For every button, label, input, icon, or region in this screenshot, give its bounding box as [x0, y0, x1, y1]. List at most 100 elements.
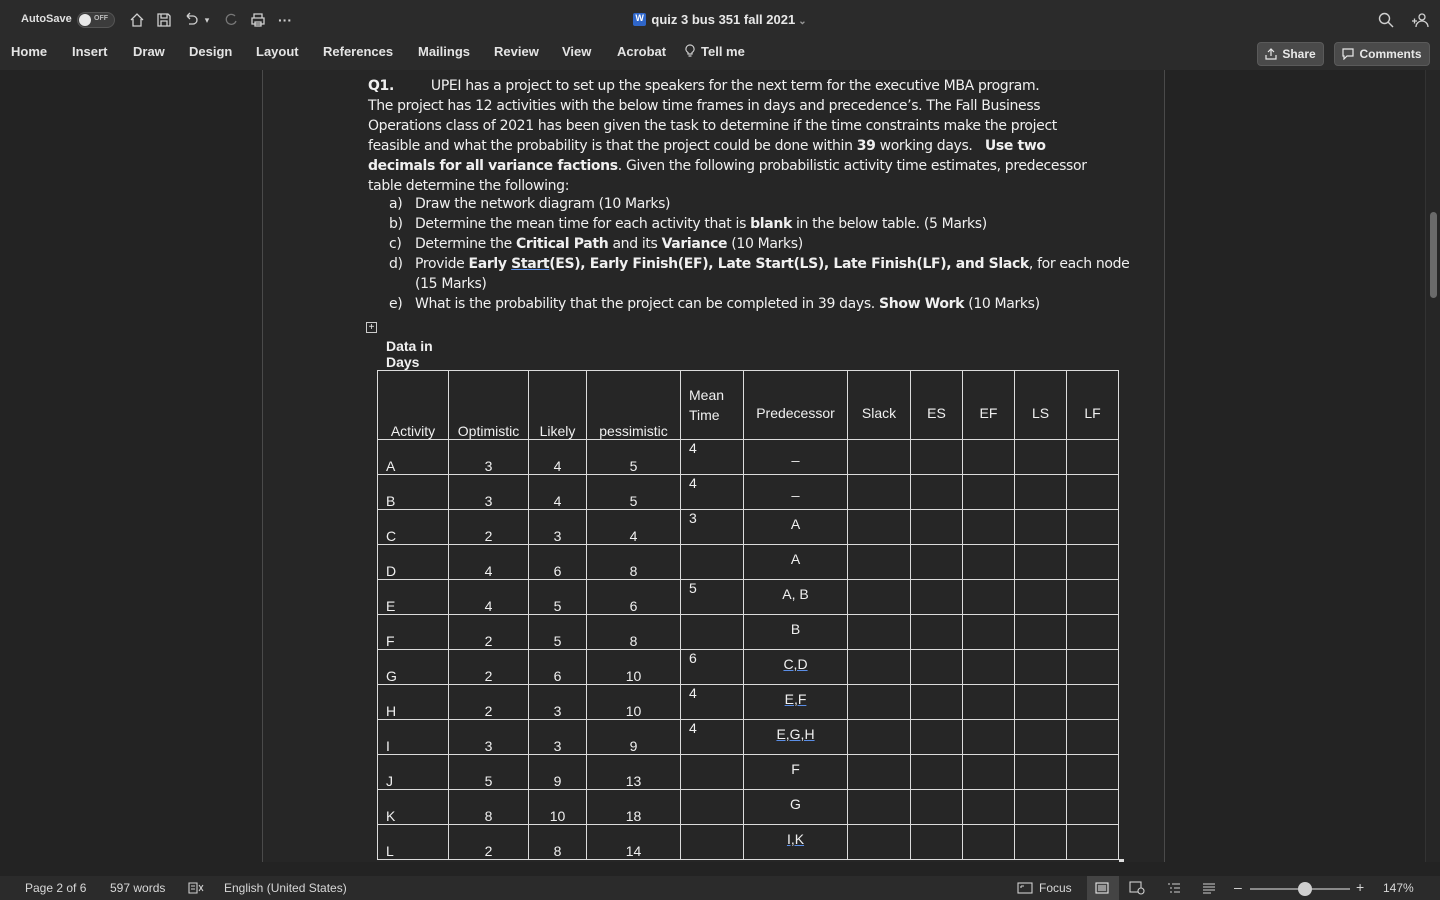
- table-cell[interactable]: [962, 649, 1015, 685]
- table-cell[interactable]: [847, 824, 911, 860]
- zoom-out-button[interactable]: –: [1234, 879, 1242, 895]
- zoom-in-button[interactable]: +: [1356, 879, 1364, 895]
- table-cell[interactable]: [962, 684, 1015, 720]
- table-cell[interactable]: B: [377, 474, 449, 510]
- tab-tell-me[interactable]: Tell me: [685, 44, 745, 59]
- table-cell[interactable]: A, B: [743, 579, 848, 615]
- table-cell[interactable]: [847, 719, 911, 755]
- print-layout-view-icon[interactable]: [1094, 880, 1110, 896]
- tab-draw[interactable]: Draw: [133, 44, 165, 59]
- table-cell[interactable]: [962, 614, 1015, 650]
- comments-button[interactable]: Comments: [1334, 42, 1430, 66]
- table-cell[interactable]: 4: [528, 474, 587, 510]
- table-cell[interactable]: [1014, 474, 1067, 510]
- table-cell[interactable]: 6: [680, 649, 744, 685]
- table-cell[interactable]: [1014, 684, 1067, 720]
- table-cell[interactable]: _: [743, 439, 848, 475]
- table-cell[interactable]: K: [377, 789, 449, 825]
- table-cell[interactable]: [1066, 719, 1119, 755]
- table-cell[interactable]: 6: [528, 544, 587, 580]
- table-cell[interactable]: [847, 474, 911, 510]
- table-cell[interactable]: [1066, 684, 1119, 720]
- table-cell[interactable]: [847, 684, 911, 720]
- table-cell[interactable]: L: [377, 824, 449, 860]
- table-cell[interactable]: 5: [586, 439, 681, 475]
- document-title-bar[interactable]: quiz 3 bus 351 fall 2021⌄: [0, 12, 1440, 27]
- table-cell[interactable]: 2: [448, 649, 529, 685]
- table-cell[interactable]: 5: [448, 754, 529, 790]
- table-cell[interactable]: [910, 509, 963, 545]
- table-cell[interactable]: [847, 754, 911, 790]
- table-cell[interactable]: [962, 544, 1015, 580]
- table-cell[interactable]: [680, 754, 744, 790]
- table-cell[interactable]: [1066, 824, 1119, 860]
- table-cell[interactable]: 8: [528, 824, 587, 860]
- table-cell[interactable]: J: [377, 754, 449, 790]
- table-cell[interactable]: [1066, 544, 1119, 580]
- table-cell[interactable]: [847, 439, 911, 475]
- table-cell[interactable]: E,F: [743, 684, 848, 720]
- table-cell[interactable]: 3: [528, 719, 587, 755]
- table-cell[interactable]: 10: [586, 684, 681, 720]
- table-cell[interactable]: 4: [680, 474, 744, 510]
- table-cell[interactable]: A: [377, 439, 449, 475]
- table-cell[interactable]: 5: [586, 474, 681, 510]
- table-cell[interactable]: [847, 649, 911, 685]
- search-icon[interactable]: [1376, 9, 1396, 31]
- collaborate-icon[interactable]: [1410, 9, 1430, 31]
- table-cell[interactable]: 4: [680, 719, 744, 755]
- table-cell[interactable]: I: [377, 719, 449, 755]
- table-cell[interactable]: [1066, 474, 1119, 510]
- table-cell[interactable]: 3: [448, 474, 529, 510]
- table-cell[interactable]: E: [377, 579, 449, 615]
- table-cell[interactable]: 4: [448, 579, 529, 615]
- table-cell[interactable]: 4: [680, 684, 744, 720]
- table-cell[interactable]: C: [377, 509, 449, 545]
- table-cell[interactable]: G: [743, 789, 848, 825]
- table-cell[interactable]: [962, 754, 1015, 790]
- table-cell[interactable]: 4: [680, 439, 744, 475]
- table-cell[interactable]: [1066, 614, 1119, 650]
- focus-icon[interactable]: [1017, 880, 1033, 896]
- table-cell[interactable]: B: [743, 614, 848, 650]
- table-cell[interactable]: [847, 509, 911, 545]
- proofing-icon[interactable]: [188, 880, 204, 896]
- tab-review[interactable]: Review: [494, 44, 539, 59]
- table-cell[interactable]: [680, 824, 744, 860]
- table-cell[interactable]: [910, 684, 963, 720]
- table-cell[interactable]: [1014, 579, 1067, 615]
- table-cell[interactable]: 4: [528, 439, 587, 475]
- table-cell[interactable]: 3: [680, 509, 744, 545]
- table-cell[interactable]: 13: [586, 754, 681, 790]
- table-cell[interactable]: [1014, 789, 1067, 825]
- zoom-level[interactable]: 147%: [1383, 881, 1414, 895]
- table-move-handle[interactable]: +: [366, 322, 377, 333]
- table-cell[interactable]: [962, 474, 1015, 510]
- focus-label[interactable]: Focus: [1039, 881, 1072, 895]
- table-cell[interactable]: G: [377, 649, 449, 685]
- table-cell[interactable]: 3: [448, 439, 529, 475]
- table-cell[interactable]: [1014, 649, 1067, 685]
- tab-acrobat[interactable]: Acrobat: [617, 44, 666, 59]
- language[interactable]: English (United States): [224, 881, 347, 895]
- table-cell[interactable]: [1066, 579, 1119, 615]
- table-cell[interactable]: 18: [586, 789, 681, 825]
- table-cell[interactable]: 3: [528, 684, 587, 720]
- table-cell[interactable]: A: [743, 544, 848, 580]
- table-cell[interactable]: [910, 649, 963, 685]
- table-cell[interactable]: 6: [586, 579, 681, 615]
- table-cell[interactable]: [910, 824, 963, 860]
- table-cell[interactable]: 2: [448, 509, 529, 545]
- table-cell[interactable]: A: [743, 509, 848, 545]
- table-cell[interactable]: H: [377, 684, 449, 720]
- vertical-scrollbar[interactable]: [1425, 70, 1440, 862]
- table-cell[interactable]: [680, 789, 744, 825]
- table-cell[interactable]: 5: [680, 579, 744, 615]
- table-cell[interactable]: [910, 754, 963, 790]
- table-cell[interactable]: [962, 579, 1015, 615]
- table-cell[interactable]: [1014, 719, 1067, 755]
- tab-mailings[interactable]: Mailings: [418, 44, 470, 59]
- table-cell[interactable]: [1066, 754, 1119, 790]
- outline-view-icon[interactable]: [1166, 880, 1182, 896]
- table-cell[interactable]: 3: [448, 719, 529, 755]
